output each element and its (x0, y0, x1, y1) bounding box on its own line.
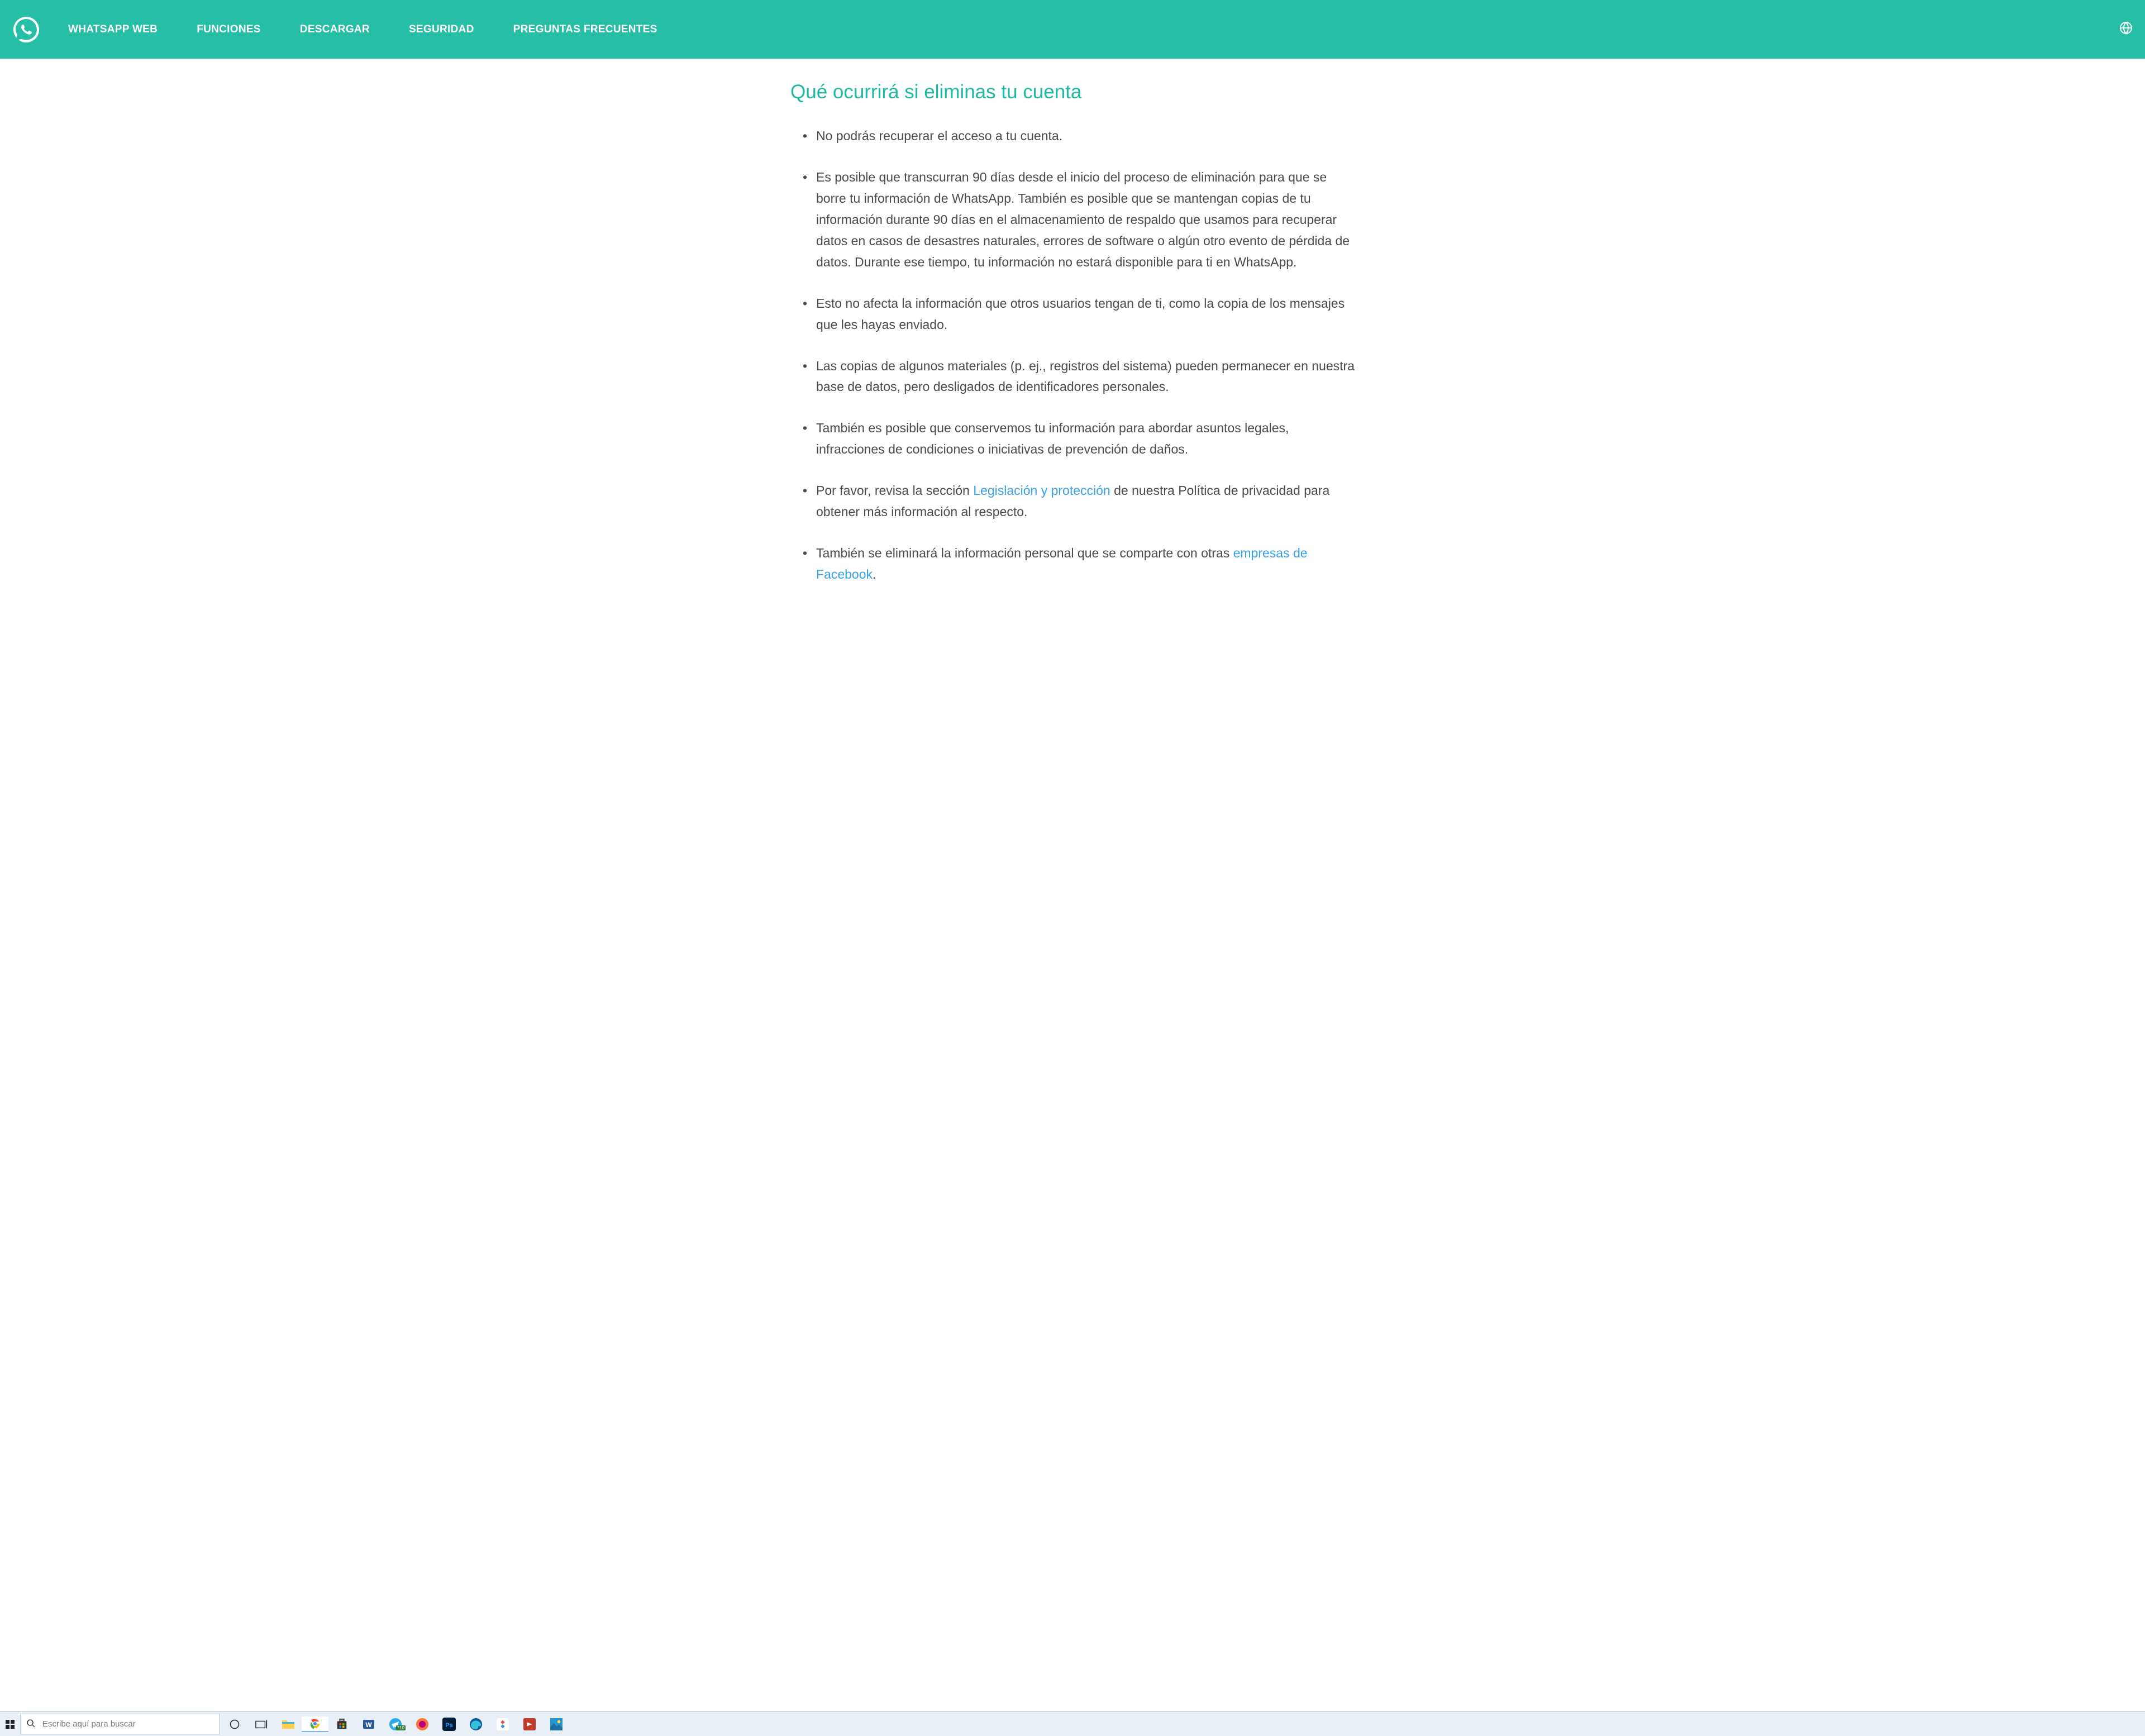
recorder-button[interactable] (516, 1717, 543, 1732)
edge-icon (469, 1717, 483, 1732)
chrome-button[interactable] (302, 1716, 328, 1732)
file-explorer-icon (281, 1717, 295, 1732)
page-scroll-area[interactable]: WHATSAPP WEB FUNCIONES DESCARGAR SEGURID… (0, 0, 2145, 1711)
photoshop-icon: Ps (442, 1717, 456, 1732)
nav-funciones[interactable]: FUNCIONES (197, 23, 261, 36)
ms-store-button[interactable] (328, 1717, 355, 1732)
list-item: Las copias de algunos materiales (p. ej.… (790, 356, 1355, 398)
list-item: También se eliminará la información pers… (790, 543, 1355, 585)
bullet-list: No podrás recuperar el acceso a tu cuent… (790, 126, 1355, 585)
word-button[interactable]: W (355, 1717, 382, 1732)
photos-button[interactable] (543, 1717, 570, 1732)
whatsapp-logo-icon[interactable] (12, 16, 40, 44)
language-globe-icon[interactable] (2119, 21, 2133, 37)
cortana-icon (227, 1717, 242, 1732)
site-header: WHATSAPP WEB FUNCIONES DESCARGAR SEGURID… (0, 0, 2145, 59)
screenpresso-button[interactable] (489, 1717, 516, 1732)
windows-taskbar: W 710 Ps (0, 1711, 2145, 1736)
main-nav: WHATSAPP WEB FUNCIONES DESCARGAR SEGURID… (68, 23, 1085, 36)
search-icon (26, 1719, 36, 1730)
taskbar-icon-tray: W 710 Ps (221, 1712, 570, 1736)
word-icon: W (361, 1717, 376, 1732)
photos-icon (549, 1717, 564, 1732)
taskbar-search[interactable] (20, 1714, 220, 1734)
file-explorer-button[interactable] (275, 1717, 302, 1732)
task-view-icon (254, 1717, 269, 1732)
nav-faq[interactable]: PREGUNTAS FRECUENTES (513, 23, 657, 36)
telegram-button[interactable]: 710 (382, 1717, 409, 1732)
list-item: Por favor, revisa la sección Legislación… (790, 480, 1355, 523)
nav-descargar[interactable]: DESCARGAR (300, 23, 370, 36)
inline-link[interactable]: Legislación y protección (973, 483, 1110, 498)
ms-store-icon (335, 1717, 349, 1732)
recorder-icon (522, 1717, 537, 1732)
chrome-icon (308, 1716, 322, 1731)
svg-text:Ps: Ps (445, 1722, 452, 1729)
edge-button[interactable] (463, 1717, 489, 1732)
cortana-button[interactable] (221, 1717, 248, 1732)
task-view-button[interactable] (248, 1717, 275, 1732)
telegram-badge: 710 (396, 1725, 406, 1730)
nav-seguridad[interactable]: SEGURIDAD (409, 23, 474, 36)
list-item: También es posible que conservemos tu in… (790, 418, 1355, 460)
inline-link[interactable]: empresas de Facebook (816, 546, 1308, 581)
nav-whatsapp-web[interactable]: WHATSAPP WEB (68, 23, 158, 36)
firefox-button[interactable] (409, 1717, 436, 1732)
page-title: Qué ocurrirá si eliminas tu cuenta (790, 81, 1355, 103)
start-button[interactable] (0, 1712, 20, 1736)
taskbar-search-input[interactable] (41, 1719, 213, 1729)
article-content: Qué ocurrirá si eliminas tu cuenta No po… (779, 59, 1366, 639)
list-item: Esto no afecta la información que otros … (790, 293, 1355, 336)
list-item: Es posible que transcurran 90 días desde… (790, 167, 1355, 273)
screenpresso-icon (495, 1717, 510, 1732)
photoshop-button[interactable]: Ps (436, 1717, 463, 1732)
svg-text:W: W (365, 1721, 372, 1729)
firefox-icon (415, 1717, 430, 1732)
list-item: No podrás recuperar el acceso a tu cuent… (790, 126, 1355, 147)
